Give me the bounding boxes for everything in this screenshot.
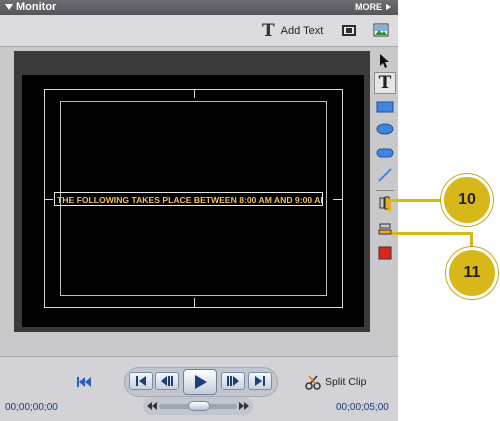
callout-11-leader bbox=[392, 232, 472, 235]
rounded-rect-tool[interactable] bbox=[374, 142, 396, 164]
play-icon bbox=[195, 375, 207, 389]
title-canvas[interactable]: THE FOLLOWING TAKES PLACE BETWEEN 8:00 A… bbox=[22, 75, 364, 327]
callout-10-leader-tip bbox=[388, 199, 391, 211]
shuttle-control[interactable] bbox=[143, 397, 253, 415]
next-edit-button[interactable] bbox=[248, 372, 272, 390]
step-back-button[interactable] bbox=[155, 372, 179, 390]
next-edit-icon bbox=[255, 376, 265, 386]
step-forward-icon bbox=[227, 376, 239, 386]
previous-edit-icon bbox=[136, 376, 146, 386]
line-tool[interactable] bbox=[374, 164, 396, 186]
step-forward-button[interactable] bbox=[221, 372, 245, 390]
rectangle-icon bbox=[376, 101, 394, 113]
monitor-stage: THE FOLLOWING TAKES PLACE BETWEEN 8:00 A… bbox=[14, 51, 370, 332]
fill-color-tool[interactable] bbox=[374, 242, 396, 264]
pointer-tool[interactable] bbox=[374, 50, 396, 72]
align-horizontal-icon bbox=[378, 223, 392, 235]
pointer-icon bbox=[380, 54, 389, 68]
shuttle-forward-icon[interactable] bbox=[239, 402, 249, 410]
callout-10-leader bbox=[390, 199, 442, 202]
line-icon bbox=[378, 168, 392, 182]
text-tool-icon: T bbox=[378, 73, 392, 93]
text-tool[interactable]: T bbox=[374, 72, 396, 94]
center-tick-right bbox=[333, 199, 342, 200]
monitor-panel: Monitor MORE T Add Text THE FOLLOWING TA bbox=[0, 0, 398, 421]
image-icon[interactable] bbox=[373, 23, 389, 37]
split-clip-label: Split Clip bbox=[325, 376, 367, 388]
ellipse-icon bbox=[376, 123, 394, 135]
shuttle-knob[interactable] bbox=[188, 401, 210, 411]
center-tick-left bbox=[44, 199, 53, 200]
go-to-start-icon[interactable] bbox=[76, 376, 92, 388]
text-t-icon: T bbox=[262, 21, 275, 41]
split-clip-button[interactable]: Split Clip bbox=[305, 374, 366, 390]
tools-separator bbox=[376, 190, 394, 191]
center-tick-bottom bbox=[194, 298, 195, 307]
center-tick-top bbox=[194, 89, 195, 98]
panel-title-bar: Monitor MORE bbox=[0, 0, 398, 15]
step-back-icon bbox=[161, 376, 173, 386]
collapse-triangle-icon[interactable] bbox=[5, 4, 13, 10]
panel-title: Monitor bbox=[16, 1, 57, 13]
fill-color-icon bbox=[378, 246, 392, 260]
play-button[interactable] bbox=[183, 369, 217, 395]
end-timecode: 00;00;05;00 bbox=[336, 402, 389, 413]
ellipse-tool[interactable] bbox=[374, 118, 396, 140]
rectangle-tool[interactable] bbox=[374, 96, 396, 118]
add-text-button[interactable]: T Add Text bbox=[262, 21, 323, 41]
playback-controls: Split Clip 00;00;00;00 00;00;05;00 bbox=[0, 356, 398, 421]
shuttle-rewind-icon[interactable] bbox=[147, 402, 157, 410]
previous-edit-button[interactable] bbox=[129, 372, 153, 390]
snapshot-icon[interactable] bbox=[341, 23, 357, 37]
start-timecode[interactable]: 00;00;00;00 bbox=[5, 402, 58, 413]
rounded-rect-icon bbox=[376, 148, 394, 158]
add-text-label: Add Text bbox=[280, 25, 324, 37]
more-menu-button[interactable]: MORE bbox=[355, 2, 382, 12]
align-horizontal-tool[interactable] bbox=[374, 218, 396, 240]
scissors-icon bbox=[305, 375, 321, 390]
align-vertical-tool[interactable] bbox=[374, 192, 396, 214]
more-arrow-icon[interactable] bbox=[386, 4, 391, 10]
callout-10: 10 bbox=[441, 174, 493, 226]
callout-11: 11 bbox=[446, 247, 498, 299]
title-text-box[interactable]: THE FOLLOWING TAKES PLACE BETWEEN 8:00 A… bbox=[54, 192, 323, 206]
monitor-toolbar: T Add Text bbox=[0, 15, 398, 47]
